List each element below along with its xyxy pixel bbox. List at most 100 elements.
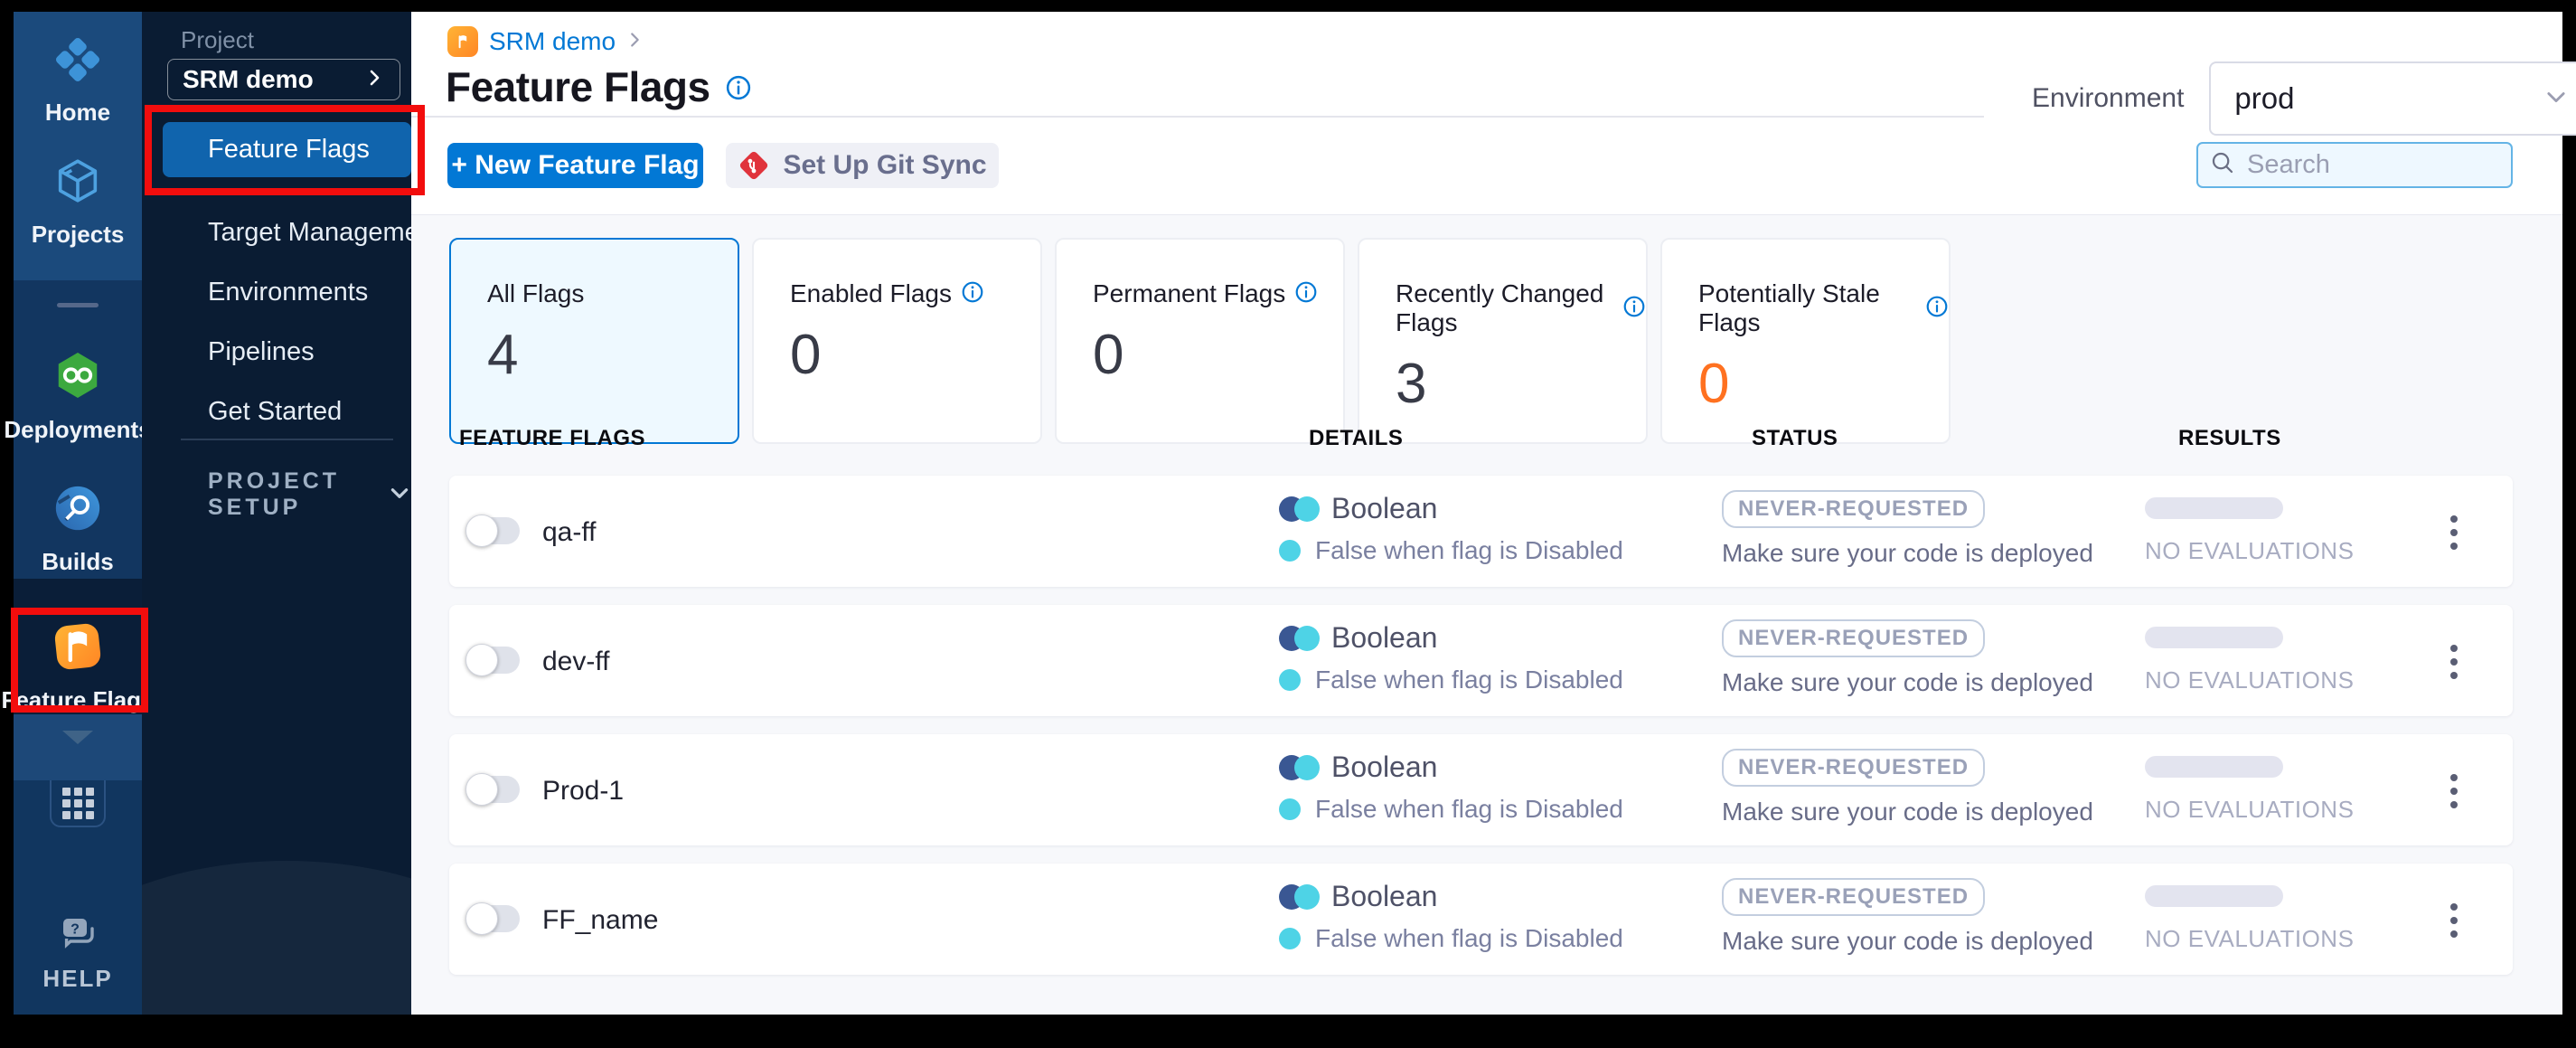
rail-projects-label: Projects	[31, 221, 125, 248]
breadcrumb-project-link[interactable]: SRM demo	[489, 27, 616, 56]
grid-icon	[61, 787, 94, 819]
rail-help-label: HELP	[42, 965, 113, 992]
stat-card[interactable]: All Flags 4	[449, 238, 739, 444]
page-title: Feature Flags	[446, 63, 710, 110]
nav-item-target-management[interactable]: Target Management	[208, 218, 411, 248]
results-text: NO EVALUATIONS	[2145, 537, 2355, 564]
chevron-down-icon	[62, 731, 93, 744]
breadcrumb[interactable]: SRM demo	[447, 26, 644, 57]
rail-home-label: Home	[44, 99, 111, 126]
flag-results: NO EVALUATIONS	[2145, 885, 2354, 953]
setup-git-sync-label: Set Up Git Sync	[783, 150, 987, 180]
flag-name[interactable]: Prod-1	[542, 776, 624, 807]
rail-builds-label: Builds	[42, 548, 114, 575]
flag-name[interactable]: FF_name	[542, 905, 658, 936]
builds-icon	[52, 482, 104, 539]
results-bar	[2145, 627, 2283, 648]
home-icon	[52, 34, 103, 90]
rail-divider-dash	[57, 303, 99, 307]
row-options-menu-button[interactable]	[2445, 510, 2463, 555]
rail-deployments-label: Deployments	[4, 416, 152, 443]
nav-item-get-started[interactable]: Get Started	[208, 397, 342, 427]
toggle-knob	[465, 773, 498, 806]
setup-git-sync-button[interactable]: Set Up Git Sync	[726, 143, 999, 188]
project-selector[interactable]: SRM demo	[167, 59, 400, 100]
sidebar-item-projects[interactable]: Projects	[14, 155, 142, 249]
chevron-down-icon	[2543, 84, 2569, 114]
info-icon[interactable]	[961, 280, 984, 308]
main-content: SRM demo Feature Flags Environment prod	[411, 12, 2576, 1015]
sidebar-item-help[interactable]: ? HELP	[14, 911, 142, 993]
nav-item-environments[interactable]: Environments	[208, 278, 368, 307]
results-text: NO EVALUATIONS	[2145, 796, 2355, 823]
panel-decoration	[142, 861, 411, 1015]
flag-details: Boolean False when flag is Disabled	[1279, 751, 1623, 824]
stat-card[interactable]: Permanent Flags 0	[1055, 238, 1345, 444]
nav-item-pipelines[interactable]: Pipelines	[208, 337, 315, 367]
stat-card-value: 4	[487, 324, 519, 386]
flag-toggle-off[interactable]	[465, 773, 520, 806]
sidebar-item-feature-flags[interactable]: Feature Flags	[1, 620, 155, 714]
search-icon	[2209, 149, 2236, 181]
flag-default-rule: False when flag is Disabled	[1315, 924, 1623, 952]
flag-toggle-off[interactable]	[465, 515, 520, 547]
boolean-type-icon	[1279, 496, 1322, 523]
project-setup-label: PROJECT SETUP	[208, 468, 341, 520]
git-icon	[740, 151, 768, 180]
status-help-text: Make sure your code is deployed	[1722, 668, 2093, 696]
results-text: NO EVALUATIONS	[2145, 925, 2355, 952]
svg-text:?: ?	[71, 921, 80, 937]
flag-name[interactable]: dev-ff	[542, 647, 610, 677]
status-badge: NEVER-REQUESTED	[1722, 619, 1986, 657]
boolean-type-icon	[1279, 625, 1322, 652]
stat-card[interactable]: Potentially Stale Flags 0	[1660, 238, 1951, 444]
toggle-knob	[465, 902, 498, 935]
row-options-menu-button[interactable]	[2445, 769, 2463, 814]
sidebar-item-builds[interactable]: Builds	[14, 482, 142, 576]
flag-details: Boolean False when flag is Disabled	[1279, 880, 1623, 953]
stat-card[interactable]: Recently Changed Flags 3	[1358, 238, 1648, 444]
row-options-menu-button[interactable]	[2445, 898, 2463, 943]
flag-results: NO EVALUATIONS	[2145, 497, 2354, 565]
table-row[interactable]: FF_name Boolean False when flag is Disab…	[449, 864, 2513, 975]
toggle-knob	[465, 644, 498, 676]
module-switcher-tab[interactable]	[50, 780, 106, 827]
flag-toggle-off[interactable]	[465, 902, 520, 935]
new-feature-flag-button[interactable]: + New Feature Flag	[447, 143, 703, 188]
row-options-menu-button[interactable]	[2445, 639, 2463, 685]
stat-card-value: 0	[1093, 324, 1124, 386]
info-icon[interactable]	[1294, 280, 1318, 308]
flag-status: NEVER-REQUESTED Make sure your code is d…	[1722, 619, 2093, 697]
rail-collapse-control[interactable]	[14, 731, 142, 744]
stat-card-value: 0	[790, 324, 822, 386]
flag-status: NEVER-REQUESTED Make sure your code is d…	[1722, 878, 2093, 956]
info-icon[interactable]	[1925, 295, 1949, 323]
sidebar-item-home[interactable]: Home	[14, 34, 142, 127]
status-badge: NEVER-REQUESTED	[1722, 490, 1986, 528]
flag-name[interactable]: qa-ff	[542, 517, 597, 548]
nav-item-feature-flags[interactable]: Feature Flags	[163, 122, 411, 177]
stat-card-label: All Flags	[487, 279, 585, 307]
info-icon[interactable]	[725, 74, 752, 106]
flag-status: NEVER-REQUESTED Make sure your code is d…	[1722, 490, 2093, 568]
stat-card[interactable]: Enabled Flags 0	[752, 238, 1042, 444]
variation-dot-icon	[1279, 669, 1301, 691]
search-input[interactable]	[2245, 149, 2498, 181]
table-row[interactable]: dev-ff Boolean False when flag is Disabl…	[449, 605, 2513, 716]
stat-card-header: All Flags	[487, 279, 738, 308]
help-icon: ?	[56, 911, 99, 959]
table-row[interactable]: Prod-1 Boolean False when flag is Disabl…	[449, 734, 2513, 845]
column-header-feature-flags: FEATURE FLAGS	[459, 426, 646, 450]
flag-details: Boolean False when flag is Disabled	[1279, 492, 1623, 565]
nav-item-project-setup[interactable]: PROJECT SETUP	[208, 468, 411, 521]
search-box[interactable]	[2196, 142, 2513, 188]
sidebar-item-deployments[interactable]: Deployments	[4, 348, 152, 444]
environment-select[interactable]: prod	[2209, 61, 2576, 136]
info-icon[interactable]	[1622, 295, 1646, 323]
status-badge: NEVER-REQUESTED	[1722, 878, 1986, 916]
flag-results: NO EVALUATIONS	[2145, 756, 2354, 824]
stat-cards-row: All Flags 4 Enabled Flags 0 Permanent Fl…	[449, 238, 1951, 444]
column-header-status: STATUS	[1752, 426, 1838, 450]
flag-toggle-off[interactable]	[465, 644, 520, 676]
table-row[interactable]: qa-ff Boolean False when flag is Disable…	[449, 476, 2513, 587]
